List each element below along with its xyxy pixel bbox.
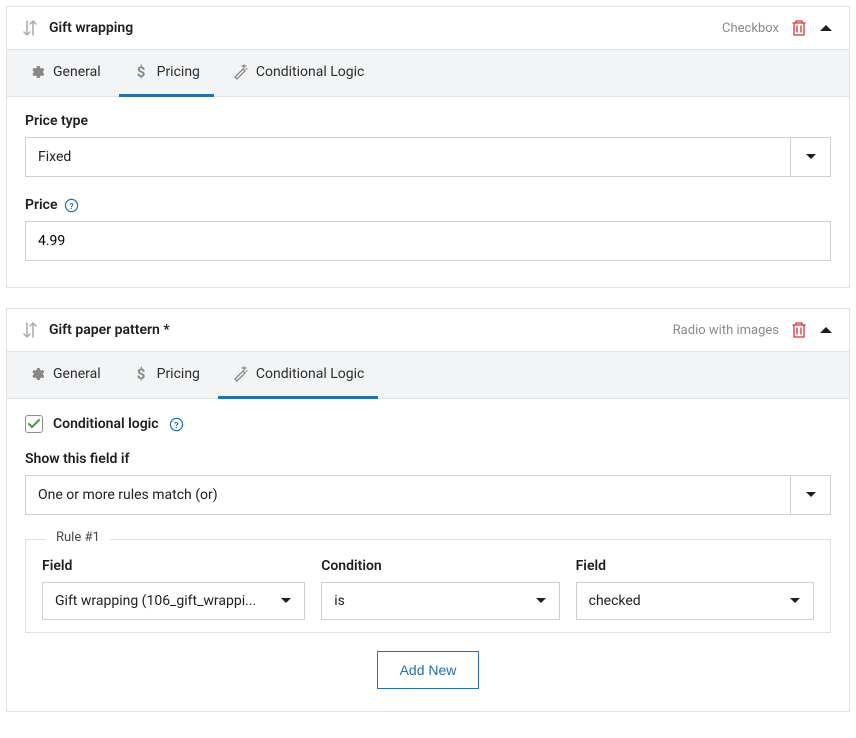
rule-col-value: Field checked [576, 558, 814, 620]
tab-label: Pricing [157, 64, 200, 80]
rule-value-select[interactable]: checked [576, 582, 814, 620]
conditional-logic-checkbox[interactable] [25, 415, 43, 433]
rule-col-condition: Condition is [321, 558, 559, 620]
price-label-text: Price [25, 197, 58, 213]
tab-pricing[interactable]: $ Pricing [119, 50, 214, 97]
gear-icon [29, 64, 45, 80]
chevron-down-icon [268, 583, 304, 619]
panel-header: Gift wrapping Checkbox [7, 7, 849, 49]
tabs: General $ Pricing Conditional Logic [7, 351, 849, 399]
panel-header: Gift paper pattern * Radio with images [7, 309, 849, 351]
tabs: General $ Pricing Conditional Logic [7, 49, 849, 97]
show-if-select[interactable]: One or more rules match (or) [25, 475, 831, 515]
drag-handle-icon[interactable] [23, 20, 37, 36]
field-type-label: Radio with images [673, 323, 779, 338]
tab-label: General [53, 64, 101, 80]
dollar-icon: $ [133, 366, 149, 382]
conditional-logic-label: Conditional logic [53, 416, 159, 432]
rule-legend: Rule #1 [46, 530, 110, 545]
chevron-down-icon [790, 476, 830, 514]
tab-label: Conditional Logic [256, 64, 364, 80]
panel-gift-wrapping: Gift wrapping Checkbox General $ Pricing… [6, 6, 850, 288]
delete-icon[interactable] [791, 19, 807, 37]
tab-conditional-logic[interactable]: Conditional Logic [218, 352, 378, 399]
delete-icon[interactable] [791, 321, 807, 339]
add-new-wrap: Add New [25, 651, 831, 689]
field-group-show-if: Show this field if One or more rules mat… [25, 451, 831, 515]
help-icon[interactable]: ? [64, 198, 79, 213]
rule-field-select[interactable]: Gift wrapping (106_gift_wrappi... [42, 582, 305, 620]
price-type-select[interactable]: Fixed [25, 137, 831, 177]
rule-row: Field Gift wrapping (106_gift_wrappi... … [42, 558, 814, 620]
tab-pricing[interactable]: $ Pricing [119, 352, 214, 399]
field-group-price-type: Price type Fixed [25, 113, 831, 177]
select-value: One or more rules match (or) [26, 476, 790, 514]
select-value: Fixed [26, 138, 790, 176]
rule-fieldset: Rule #1 Field Gift wrapping (106_gift_wr… [25, 539, 831, 633]
add-new-button[interactable]: Add New [377, 651, 480, 689]
wand-icon [232, 64, 248, 80]
collapse-icon[interactable] [819, 325, 833, 335]
help-icon[interactable]: ? [169, 417, 184, 432]
panel-body: Price type Fixed Price ? [7, 97, 849, 287]
chevron-down-icon [790, 138, 830, 176]
select-value: checked [577, 583, 777, 619]
select-value: Gift wrapping (106_gift_wrappi... [43, 583, 268, 619]
tab-general[interactable]: General [15, 50, 115, 97]
field-group-price: Price ? [25, 197, 831, 261]
tab-label: Pricing [157, 366, 200, 382]
rule-value-label: Field [576, 558, 814, 574]
rule-condition-select[interactable]: is [321, 582, 559, 620]
svg-text:$: $ [136, 366, 145, 382]
rule-field-label: Field [42, 558, 305, 574]
price-label: Price ? [25, 197, 831, 213]
chevron-down-icon [777, 583, 813, 619]
tab-general[interactable]: General [15, 352, 115, 399]
conditional-logic-checkbox-row: Conditional logic ? [25, 415, 831, 433]
rule-col-field: Field Gift wrapping (106_gift_wrappi... [42, 558, 305, 620]
panel-title: Gift paper pattern * [49, 322, 661, 338]
dollar-icon: $ [133, 64, 149, 80]
svg-text:?: ? [174, 420, 178, 430]
tab-conditional-logic[interactable]: Conditional Logic [218, 50, 378, 97]
rule-condition-label: Condition [321, 558, 559, 574]
tab-label: General [53, 366, 101, 382]
select-value: is [322, 583, 522, 619]
svg-text:?: ? [69, 201, 73, 211]
show-if-label: Show this field if [25, 451, 831, 467]
gear-icon [29, 366, 45, 382]
price-input[interactable] [25, 221, 831, 261]
drag-handle-icon[interactable] [23, 322, 37, 338]
panel-gift-paper-pattern: Gift paper pattern * Radio with images G… [6, 308, 850, 712]
chevron-down-icon [523, 583, 559, 619]
field-type-label: Checkbox [722, 21, 779, 36]
price-type-label: Price type [25, 113, 831, 129]
tab-label: Conditional Logic [256, 366, 364, 382]
panel-body: Conditional logic ? Show this field if O… [7, 399, 849, 711]
wand-icon [232, 366, 248, 382]
panel-title: Gift wrapping [49, 20, 710, 36]
svg-text:$: $ [136, 64, 145, 80]
collapse-icon[interactable] [819, 23, 833, 33]
